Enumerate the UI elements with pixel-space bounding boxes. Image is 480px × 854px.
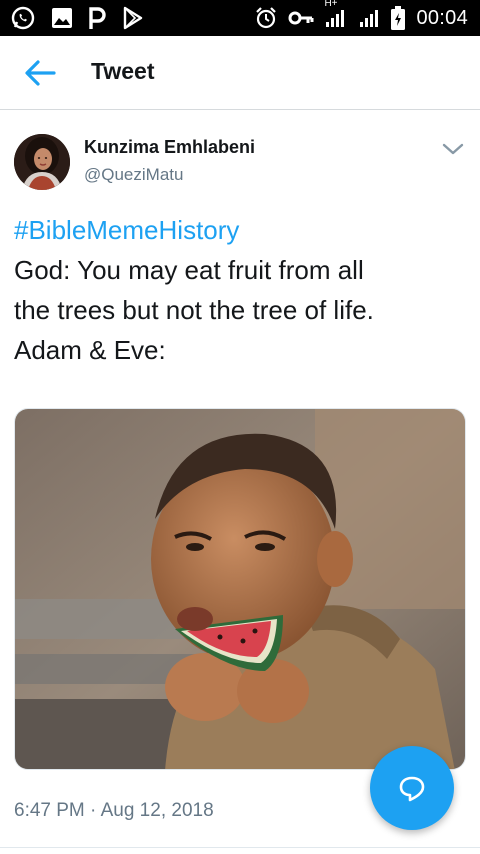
whatsapp-icon xyxy=(10,5,36,31)
tweet-line: God: You may eat fruit from all xyxy=(14,255,364,285)
back-button[interactable] xyxy=(22,58,58,88)
alarm-icon xyxy=(254,6,278,30)
page-title: Tweet xyxy=(91,58,155,84)
chevron-down-icon xyxy=(442,143,464,155)
status-bar: H+ 00:04 xyxy=(0,0,480,36)
divider xyxy=(0,847,480,848)
status-left-icons xyxy=(10,0,144,36)
app-bar: Tweet xyxy=(0,36,480,110)
battery-icon xyxy=(390,5,406,31)
status-right-icons: H+ 00:04 xyxy=(254,0,468,36)
author-name[interactable]: Kunzima Emhlabeni xyxy=(84,137,255,158)
gallery-icon xyxy=(50,6,74,30)
signal-icon xyxy=(358,7,380,29)
reply-button[interactable] xyxy=(370,746,454,830)
avatar[interactable] xyxy=(14,134,70,190)
reply-bubble-icon xyxy=(399,776,425,802)
tweet-line: Adam & Eve: xyxy=(14,335,166,365)
arrow-left-icon xyxy=(25,60,56,86)
tweet-text: #BibleMemeHistory God: You may eat fruit… xyxy=(14,210,470,370)
tweet-line: the trees but not the tree of life. xyxy=(14,295,374,325)
tweet-media-photo[interactable] xyxy=(14,408,466,770)
network-type-label: H+ xyxy=(324,0,338,9)
hashtag-link[interactable]: #BibleMemeHistory xyxy=(14,210,470,250)
play-store-icon xyxy=(122,6,144,30)
status-clock: 00:04 xyxy=(416,6,468,29)
vpn-key-icon xyxy=(288,8,314,28)
author-handle[interactable]: @QueziMatu xyxy=(84,165,183,185)
tweet-menu-button[interactable] xyxy=(440,138,466,160)
signal-icon: H+ xyxy=(324,0,348,29)
p-app-icon xyxy=(88,5,108,31)
tweet-timestamp: 6:47 PM · Aug 12, 2018 xyxy=(14,800,214,821)
